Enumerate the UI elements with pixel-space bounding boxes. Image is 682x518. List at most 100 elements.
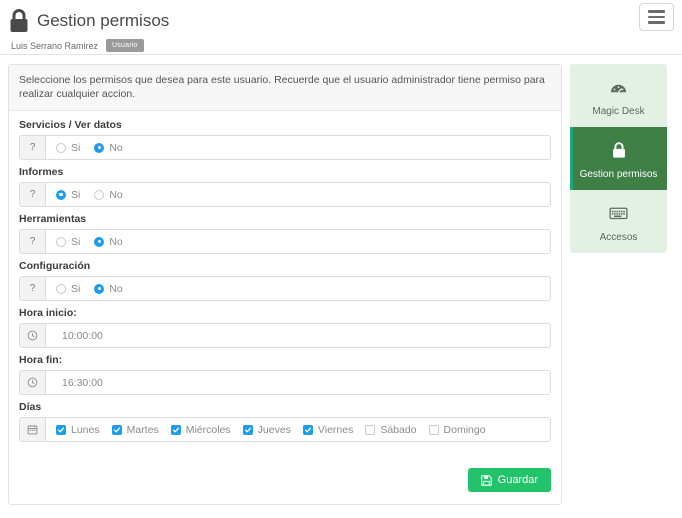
radio-options: Si No: [46, 136, 550, 159]
day-checkbox-2[interactable]: Miércoles: [171, 424, 231, 436]
sidebar-item-magic-desk[interactable]: Magic Desk: [570, 64, 667, 127]
sidebar: Magic Desk Gestion permisos Accesos: [570, 64, 667, 253]
radio-option-si[interactable]: Si: [56, 142, 80, 154]
status-badge: Usuario: [106, 39, 144, 52]
radio-option-label: No: [109, 189, 122, 201]
checkbox-icon[interactable]: [112, 425, 122, 435]
page-header: Gestion permisos Luis Serrano Ramirez Us…: [0, 0, 682, 55]
save-button-label: Guardar: [498, 474, 538, 486]
question-mark-icon: ?: [20, 183, 46, 206]
radio-options: Si No: [46, 183, 550, 206]
sidebar-item-label: Gestion permisos: [574, 169, 663, 180]
sidebar-item-label: Magic Desk: [574, 106, 663, 117]
radio-option-no[interactable]: No: [94, 283, 122, 295]
day-label: Lunes: [71, 424, 100, 436]
checkbox-icon[interactable]: [429, 425, 439, 435]
radio-button-icon[interactable]: [56, 143, 66, 153]
day-label: Sábado: [380, 424, 416, 436]
user-name: Luis Serrano Ramirez: [11, 41, 98, 51]
radio-button-icon[interactable]: [56, 237, 66, 247]
radio-option-si[interactable]: Si: [56, 283, 80, 295]
radio-options: Si No: [46, 277, 550, 300]
day-checkbox-5[interactable]: Sábado: [365, 424, 416, 436]
permission-group-label: Informes: [19, 166, 551, 178]
card-body: Servicios / Ver datos?SiNoInformes?SiNoH…: [9, 111, 561, 458]
radio-option-label: No: [109, 236, 122, 248]
day-checkbox-6[interactable]: Domingo: [429, 424, 486, 436]
user-info-row: Luis Serrano Ramirez Usuario: [8, 39, 682, 52]
days-field: Días Lunes Martes Miércoles Jueves Viernes Sáb…: [19, 401, 551, 442]
time-fields: Hora inicio: 10:00:00 Hora fin:16:30:00: [19, 307, 551, 395]
checkbox-icon[interactable]: [365, 425, 375, 435]
time-input-value[interactable]: 10:00:00: [56, 330, 103, 342]
checkbox-icon[interactable]: [171, 425, 181, 435]
day-label: Martes: [127, 424, 159, 436]
radio-options: Si No: [46, 230, 550, 253]
radio-option-no[interactable]: No: [94, 189, 122, 201]
time-input-group[interactable]: 16:30:00: [19, 370, 551, 395]
question-mark-icon: ?: [20, 277, 46, 300]
radio-button-icon[interactable]: [94, 237, 104, 247]
radio-button-icon[interactable]: [94, 190, 104, 200]
radio-button-icon[interactable]: [56, 190, 66, 200]
sidebar-item-gestion-permisos[interactable]: Gestion permisos: [570, 127, 667, 190]
radio-option-si[interactable]: Si: [56, 236, 80, 248]
sidebar-item-label: Accesos: [574, 232, 663, 243]
days-checkbox-list: Lunes Martes Miércoles Jueves Viernes Sábado D…: [46, 418, 550, 441]
permission-group-label: Configuración: [19, 260, 551, 272]
time-field-label: Hora inicio:: [19, 307, 551, 319]
radio-option-label: Si: [71, 189, 80, 201]
permission-input-group: ? Si No: [19, 135, 551, 160]
clock-icon: [20, 324, 46, 347]
save-button[interactable]: Guardar: [468, 468, 551, 492]
permission-input-group: ? Si No: [19, 182, 551, 207]
days-input-group: Lunes Martes Miércoles Jueves Viernes Sábado D…: [19, 417, 551, 442]
permission-group: Informes? Si No: [19, 166, 551, 207]
checkbox-icon[interactable]: [243, 425, 253, 435]
permission-input-group: ? Si No: [19, 276, 551, 301]
radio-option-no[interactable]: No: [94, 142, 122, 154]
question-mark-icon: ?: [20, 230, 46, 253]
radio-button-icon[interactable]: [56, 284, 66, 294]
keyboard-icon: [574, 201, 663, 225]
title-row: Gestion permisos: [8, 8, 682, 34]
day-label: Miércoles: [186, 424, 231, 436]
lock-icon: [8, 8, 30, 34]
day-checkbox-1[interactable]: Martes: [112, 424, 159, 436]
lock-icon: [574, 138, 663, 162]
sidebar-item-accesos[interactable]: Accesos: [570, 190, 667, 253]
days-label: Días: [19, 401, 551, 413]
time-input-content[interactable]: 10:00:00: [46, 324, 550, 347]
radio-button-icon[interactable]: [94, 284, 104, 294]
hamburger-menu-button[interactable]: [639, 3, 674, 31]
day-checkbox-4[interactable]: Viernes: [303, 424, 353, 436]
time-input-group[interactable]: 10:00:00: [19, 323, 551, 348]
hamburger-menu-icon: [648, 16, 665, 19]
radio-option-label: Si: [71, 283, 80, 295]
day-checkbox-3[interactable]: Jueves: [243, 424, 291, 436]
radio-button-icon[interactable]: [94, 143, 104, 153]
radio-option-label: No: [109, 142, 122, 154]
card-footer: Guardar: [9, 458, 561, 504]
permission-group: Herramientas? Si No: [19, 213, 551, 254]
permission-group-label: Herramientas: [19, 213, 551, 225]
radio-option-no[interactable]: No: [94, 236, 122, 248]
checkbox-icon[interactable]: [303, 425, 313, 435]
permission-group: Servicios / Ver datos? Si No: [19, 119, 551, 160]
body-wrapper: Seleccione los permisos que desea para e…: [0, 55, 682, 505]
radio-option-si[interactable]: Si: [56, 189, 80, 201]
time-input-content[interactable]: 16:30:00: [46, 371, 550, 394]
permission-group: Configuración? Si No: [19, 260, 551, 301]
permission-group-label: Servicios / Ver datos: [19, 119, 551, 131]
floppy-disk-save-icon: [481, 475, 492, 486]
time-field: Hora fin:16:30:00: [19, 354, 551, 395]
days-group: Días Lunes Martes Miércoles Jueves Viernes Sáb…: [19, 401, 551, 442]
day-label: Domingo: [444, 424, 486, 436]
gauge-dashboard-icon: [574, 75, 663, 99]
day-label: Jueves: [258, 424, 291, 436]
radio-option-label: Si: [71, 236, 80, 248]
day-checkbox-0[interactable]: Lunes: [56, 424, 100, 436]
time-input-value[interactable]: 16:30:00: [56, 377, 103, 389]
checkbox-icon[interactable]: [56, 425, 66, 435]
question-mark-icon: ?: [20, 136, 46, 159]
